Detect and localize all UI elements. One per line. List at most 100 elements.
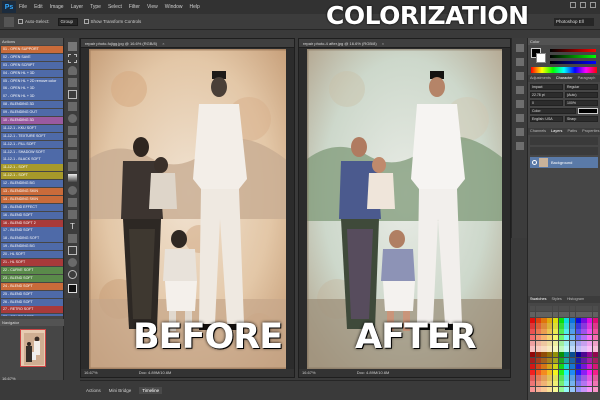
- tab-paths[interactable]: Paths: [567, 128, 577, 135]
- swatch[interactable]: [530, 352, 536, 358]
- swatch[interactable]: [530, 381, 536, 387]
- swatch[interactable]: [581, 363, 587, 369]
- tab-character[interactable]: Character: [556, 75, 573, 82]
- action-item[interactable]: 14 - BLENDING SKIN: [1, 195, 63, 204]
- swatch[interactable]: [587, 346, 593, 352]
- text-color-swatch[interactable]: [578, 108, 598, 114]
- swatch[interactable]: [558, 329, 564, 335]
- swatch[interactable]: [570, 323, 576, 329]
- status-zoom-after[interactable]: 16.67%: [302, 370, 316, 375]
- swatch[interactable]: [592, 317, 598, 323]
- swatch[interactable]: [587, 323, 593, 329]
- swatch[interactable]: [530, 306, 536, 312]
- clone-source-icon[interactable]: [516, 114, 524, 122]
- swatch[interactable]: [564, 375, 570, 381]
- swatch[interactable]: [535, 323, 541, 329]
- action-item[interactable]: 18 - BLENDING SOFT: [1, 235, 63, 243]
- swatch[interactable]: [541, 317, 547, 323]
- swatch[interactable]: [581, 334, 587, 341]
- leading-field[interactable]: (Auto): [565, 92, 598, 98]
- swatch[interactable]: [575, 375, 581, 381]
- color-panel-title[interactable]: Color: [528, 38, 600, 45]
- swatch[interactable]: [592, 369, 598, 375]
- swatch[interactable]: [552, 381, 558, 387]
- swatch[interactable]: [570, 358, 576, 364]
- canvas-before[interactable]: BEFORE: [89, 49, 286, 369]
- action-item[interactable]: 08 - BLENDING 3D: [1, 101, 63, 109]
- swatch[interactable]: [547, 346, 553, 352]
- swatch[interactable]: [535, 358, 541, 364]
- swatch[interactable]: [541, 323, 547, 329]
- swatch[interactable]: [570, 352, 576, 358]
- swatch[interactable]: [547, 323, 553, 329]
- tracking-field[interactable]: 0: [530, 100, 563, 106]
- swatch[interactable]: [581, 317, 587, 323]
- swatch[interactable]: [564, 329, 570, 335]
- action-item[interactable]: 20 - HL SOFT: [1, 251, 63, 259]
- swatch[interactable]: [541, 375, 547, 381]
- swatch[interactable]: [570, 363, 576, 369]
- blue-slider[interactable]: [550, 61, 596, 64]
- navigator-thumbnail[interactable]: [20, 329, 46, 367]
- anti-alias-field[interactable]: Sharp: [565, 116, 598, 122]
- swatch[interactable]: [581, 329, 587, 335]
- swatch[interactable]: [575, 340, 581, 346]
- swatch[interactable]: [592, 386, 598, 393]
- swatch[interactable]: [558, 386, 564, 393]
- tab-styles[interactable]: Styles: [551, 296, 561, 303]
- action-item[interactable]: 21 - HL SOFT: [1, 259, 63, 267]
- swatch[interactable]: [592, 329, 598, 335]
- swatch[interactable]: [581, 375, 587, 381]
- swatch[interactable]: [587, 311, 593, 317]
- auto-select-checkbox[interactable]: [18, 19, 23, 24]
- swatch[interactable]: [535, 346, 541, 352]
- swatch[interactable]: [564, 386, 570, 393]
- swatch[interactable]: [592, 358, 598, 364]
- swatch[interactable]: [564, 311, 570, 317]
- lasso-tool-icon[interactable]: [68, 66, 77, 75]
- action-item[interactable]: 07 - OPEN HL + 3D: [1, 93, 63, 101]
- layer-row-background[interactable]: Background: [530, 157, 598, 168]
- swatch[interactable]: [535, 369, 541, 375]
- swatch[interactable]: [547, 369, 553, 375]
- app-logo[interactable]: Ps: [2, 1, 16, 13]
- swatch[interactable]: [541, 358, 547, 364]
- swatch[interactable]: [530, 363, 536, 369]
- swatch[interactable]: [564, 369, 570, 375]
- brush-presets-icon[interactable]: [516, 86, 524, 94]
- brush-tool-icon[interactable]: [68, 126, 77, 135]
- action-item[interactable]: 23 - BLEND SOFT: [1, 274, 63, 282]
- swatch[interactable]: [541, 363, 547, 369]
- menu-layer[interactable]: Layer: [71, 4, 84, 10]
- history-panel-icon[interactable]: [516, 44, 524, 52]
- layer-filter-bar[interactable]: [530, 137, 598, 145]
- action-item[interactable]: 15 - BLEND EFFECT: [1, 203, 63, 211]
- swatch[interactable]: [541, 306, 547, 312]
- swatch[interactable]: [592, 381, 598, 387]
- action-item[interactable]: 05 - OPEN HL + 2D remove color: [1, 77, 63, 85]
- swatch[interactable]: [558, 358, 564, 364]
- swatch[interactable]: [547, 381, 553, 387]
- action-item[interactable]: 09 - BLENDING OUT: [1, 109, 63, 117]
- menu-type[interactable]: Type: [90, 4, 101, 10]
- swatch[interactable]: [552, 317, 558, 323]
- swatch[interactable]: [558, 363, 564, 369]
- swatch[interactable]: [575, 352, 581, 358]
- swatch[interactable]: [530, 311, 536, 317]
- swatch[interactable]: [581, 381, 587, 387]
- swatch[interactable]: [558, 381, 564, 387]
- swatch[interactable]: [552, 329, 558, 335]
- swatch[interactable]: [570, 386, 576, 393]
- swatch[interactable]: [552, 340, 558, 346]
- blur-tool-icon[interactable]: [68, 186, 77, 195]
- eraser-tool-icon[interactable]: [68, 162, 77, 171]
- language-field[interactable]: English: USA: [530, 116, 563, 122]
- swatch[interactable]: [558, 317, 564, 323]
- action-item[interactable]: 11-12-1 - SOFT: [1, 164, 63, 172]
- tab-channels[interactable]: Channels: [530, 128, 546, 135]
- swatch[interactable]: [564, 381, 570, 387]
- swatch[interactable]: [587, 317, 593, 323]
- action-item[interactable]: 04 - OPEN HL + 3D: [1, 69, 63, 77]
- swatch[interactable]: [564, 306, 570, 312]
- swatch[interactable]: [587, 363, 593, 369]
